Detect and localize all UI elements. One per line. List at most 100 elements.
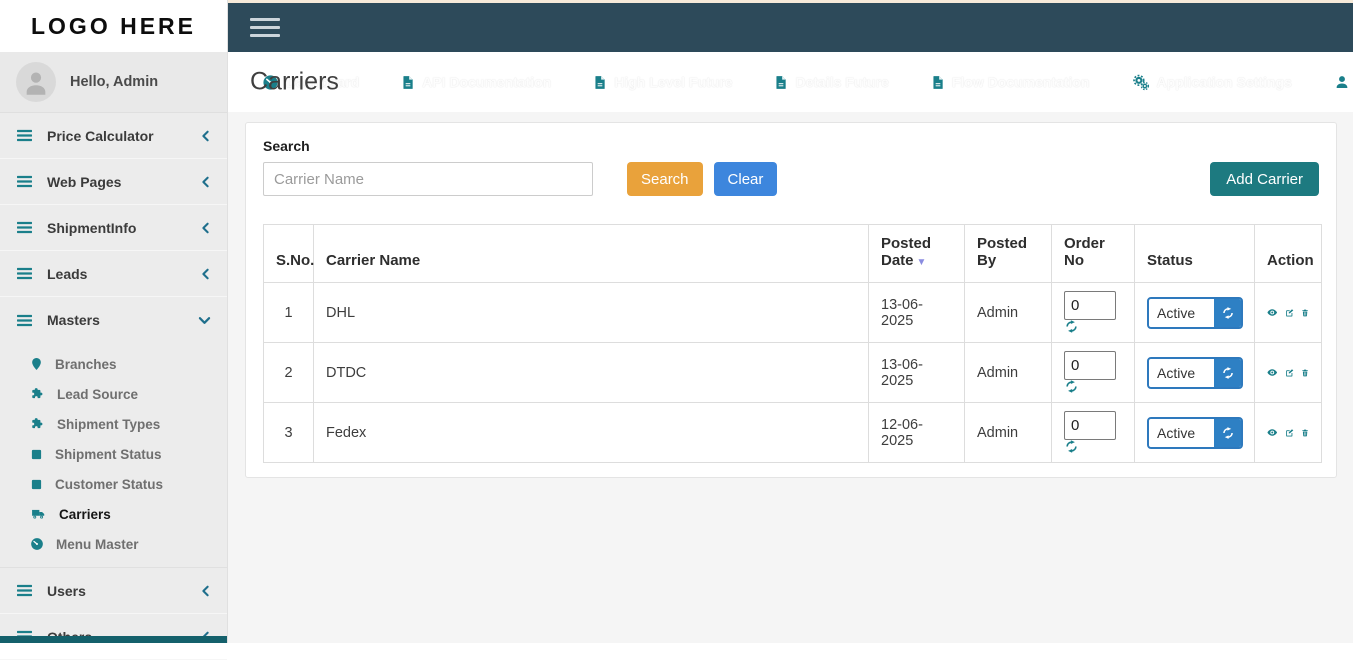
nav-item-label: Application Settings	[1156, 74, 1292, 90]
sidebar-item-web-pages[interactable]: Web Pages	[0, 159, 227, 205]
sidebar-menu: Price Calculator Web Pages ShipmentInfo …	[0, 113, 227, 343]
avatar	[16, 62, 56, 102]
cell-actions	[1254, 402, 1322, 463]
sidebar-item-masters[interactable]: Masters	[0, 297, 227, 343]
submenu-item-shipment-types[interactable]: Shipment Types	[0, 409, 227, 439]
view-eye-icon[interactable]	[1267, 365, 1278, 380]
sidebar-item-leads[interactable]: Leads	[0, 251, 227, 297]
nav-item-label: Details Future	[795, 74, 889, 90]
sidebar-toggle-button[interactable]	[250, 17, 280, 38]
toggle-status-button[interactable]	[1214, 418, 1241, 447]
edit-pencil-icon[interactable]	[1285, 425, 1294, 441]
nav-item-admin[interactable]: Admin	[1334, 74, 1353, 90]
cell-actions	[1254, 342, 1322, 403]
puzzle-icon	[30, 387, 45, 401]
col-header-order-no: Order No	[1051, 224, 1135, 283]
chevron-down-icon	[198, 315, 211, 326]
top-nav: Dashboard API Documentation High Level F…	[228, 52, 1353, 112]
delete-trash-icon[interactable]	[1301, 365, 1309, 381]
cell-posted-date: 12-06-2025	[868, 402, 965, 463]
cell-order-no	[1051, 342, 1135, 403]
cell-status: Active	[1134, 342, 1255, 403]
menu-bars-icon	[16, 128, 33, 143]
submenu-item-label: Carriers	[59, 506, 111, 522]
cell-sno: 3	[263, 402, 314, 463]
submenu-item-lead-source[interactable]: Lead Source	[0, 379, 227, 409]
edit-pencil-icon[interactable]	[1285, 305, 1294, 321]
submenu-item-label: Branches	[55, 356, 117, 372]
submenu-item-label: Shipment Status	[55, 446, 162, 462]
cell-posted-date: 13-06-2025	[868, 282, 965, 343]
cell-posted-by: Admin	[964, 282, 1052, 343]
carriers-card: Search Search Clear Add Carrier S.No. Ca…	[245, 122, 1337, 478]
col-header-status: Status	[1134, 224, 1255, 283]
sidebar-item-users[interactable]: Users	[0, 568, 227, 614]
cell-order-no	[1051, 282, 1135, 343]
sidebar-item-label: Masters	[47, 312, 100, 328]
nav-item-details-future[interactable]: Details Future	[774, 74, 889, 91]
puzzle-icon	[30, 417, 45, 431]
logo[interactable]: LOGO HERE	[0, 0, 227, 52]
add-carrier-button[interactable]: Add Carrier	[1210, 162, 1319, 196]
truck-icon	[30, 507, 47, 521]
refresh-order-icon[interactable]	[1064, 379, 1079, 394]
submenu-item-customer-status[interactable]: Customer Status	[0, 469, 227, 499]
sidebar-item-label: Web Pages	[47, 173, 122, 190]
page-title: Carriers	[250, 67, 339, 96]
submenu-item-carriers[interactable]: Carriers	[0, 499, 227, 529]
carrier-name-input[interactable]	[263, 162, 593, 196]
clear-button[interactable]: Clear	[713, 162, 778, 196]
sidebar: LOGO HERE Hello, Admin Price Calculator …	[0, 0, 228, 660]
topbar	[228, 0, 1353, 52]
toggle-status-button[interactable]	[1214, 358, 1241, 387]
nav-item-high-level-future[interactable]: High Level Future	[593, 74, 732, 91]
map-marker-icon	[30, 357, 43, 371]
file-icon	[593, 74, 607, 91]
order-no-input[interactable]	[1064, 291, 1116, 320]
sidebar-item-label: Users	[47, 582, 86, 599]
chevron-left-icon	[200, 268, 211, 280]
cell-posted-by: Admin	[964, 342, 1052, 403]
menu-bars-icon	[16, 313, 33, 328]
col-header-sno: S.No.	[263, 224, 314, 283]
nav-item-label: High Level Future	[614, 74, 733, 90]
carriers-table: S.No. Carrier Name Posted Date ▼ Posted B…	[263, 224, 1322, 463]
nav-item-application-settings[interactable]: Application Settings	[1132, 74, 1292, 91]
submenu-item-branches[interactable]: Branches	[0, 349, 227, 379]
menu-bars-icon	[16, 220, 33, 235]
status-value: Active	[1157, 424, 1196, 441]
page-header: Carriers Dashboard API Documentation Hig…	[228, 52, 1353, 112]
submenu-item-menu-master[interactable]: Menu Master	[0, 529, 227, 559]
order-no-input[interactable]	[1064, 351, 1116, 380]
sidebar-item-shipmentinfo[interactable]: ShipmentInfo	[0, 205, 227, 251]
search-row: Search Clear Add Carrier	[263, 162, 1319, 196]
square-icon	[30, 448, 43, 461]
submenu-item-shipment-status[interactable]: Shipment Status	[0, 439, 227, 469]
status-control[interactable]: Active	[1147, 416, 1243, 449]
toggle-status-button[interactable]	[1214, 298, 1241, 327]
search-button[interactable]: Search	[627, 162, 703, 196]
status-control[interactable]: Active	[1147, 356, 1243, 389]
col-header-posted-by: Posted By	[964, 224, 1052, 283]
view-eye-icon[interactable]	[1267, 305, 1278, 320]
edit-pencil-icon[interactable]	[1285, 365, 1294, 381]
sidebar-item-price-calculator[interactable]: Price Calculator	[0, 113, 227, 159]
cell-status: Active	[1134, 282, 1255, 343]
table-row: 1 DHL 13-06-2025 Admin Active	[263, 282, 1322, 343]
nav-item-flow-documentation[interactable]: Flow Documentation	[931, 74, 1090, 91]
cell-posted-by: Admin	[964, 402, 1052, 463]
view-eye-icon[interactable]	[1267, 425, 1278, 440]
delete-trash-icon[interactable]	[1301, 425, 1309, 441]
hamburger-icon	[250, 17, 280, 22]
cell-order-no	[1051, 402, 1135, 463]
col-header-posted-date[interactable]: Posted Date ▼	[868, 224, 965, 283]
status-control[interactable]: Active	[1147, 296, 1243, 329]
file-icon	[774, 74, 788, 91]
refresh-order-icon[interactable]	[1064, 319, 1079, 334]
order-no-input[interactable]	[1064, 411, 1116, 440]
refresh-order-icon[interactable]	[1064, 439, 1079, 454]
chevron-left-icon	[200, 585, 211, 597]
delete-trash-icon[interactable]	[1301, 305, 1309, 321]
nav-item-api-documentation[interactable]: API Documentation	[401, 74, 551, 91]
sidebar-bottom-strip	[0, 636, 227, 643]
